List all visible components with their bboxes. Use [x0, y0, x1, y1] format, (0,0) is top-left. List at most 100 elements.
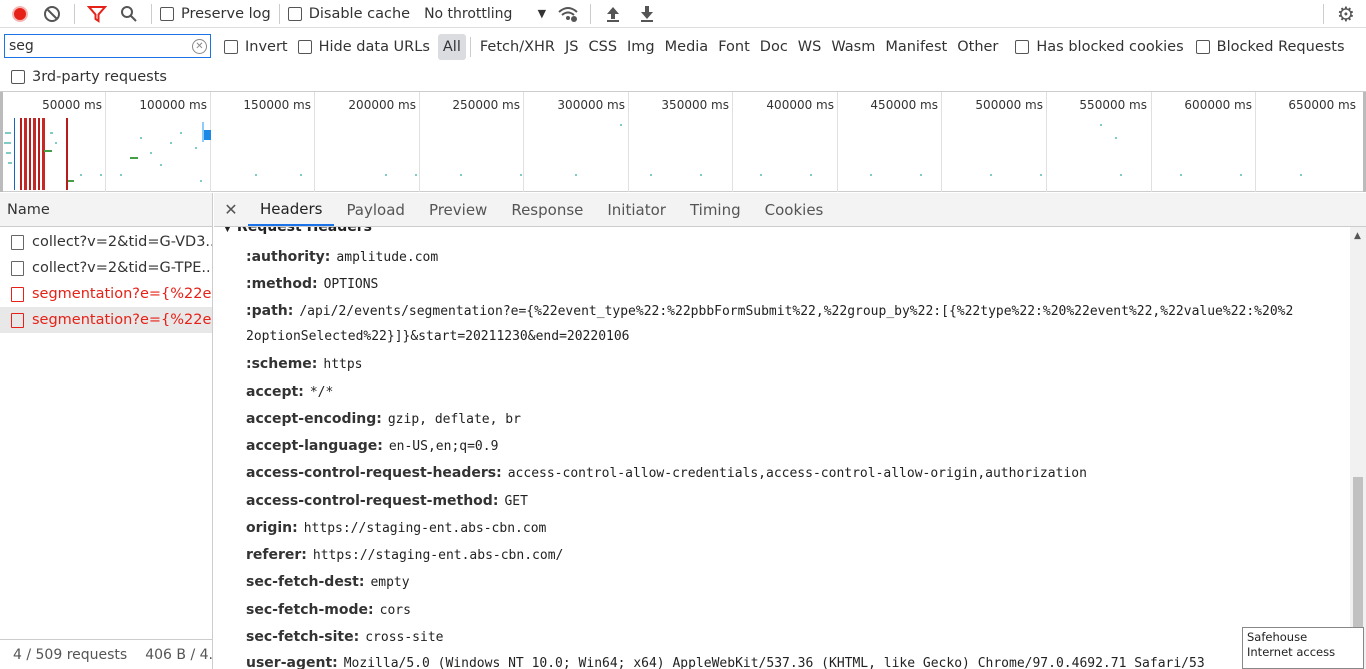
header-value: https://staging-ent.abs-cbn.com: [303, 521, 547, 536]
record-button[interactable]: [6, 1, 34, 27]
hide-data-urls-checkbox[interactable]: Hide data URLs: [297, 39, 430, 55]
header-key: :method:: [246, 276, 318, 292]
headers-view: ▼ Request Headers :authority: amplitude.co…: [214, 227, 1350, 669]
export-har-button[interactable]: [633, 1, 661, 27]
third-party-checkbox[interactable]: 3rd-party requests: [11, 69, 167, 85]
header-key: access-control-request-method:: [246, 493, 499, 509]
name-column-header[interactable]: Name: [0, 193, 212, 227]
checkbox-box[interactable]: [224, 40, 238, 54]
request-row-selected[interactable]: segmentation?e={%22ev...: [0, 307, 212, 333]
filter-bar: seg ✕ Invert Hide data URLs All Fetch/XH…: [0, 32, 1366, 62]
type-filter-doc[interactable]: Doc: [755, 34, 793, 60]
invert-checkbox[interactable]: Invert: [224, 39, 288, 55]
request-count: 4 / 509 requests: [13, 646, 128, 663]
tab-headers[interactable]: Headers: [248, 193, 335, 226]
request-list: collect?v=2&tid=G-VD3... collect?v=2&tid…: [0, 227, 212, 333]
request-headers-section[interactable]: ▼ Request Headers: [224, 227, 372, 235]
header-value: https: [323, 357, 363, 372]
triangle-down-icon: ▼: [224, 227, 231, 234]
search-button[interactable]: [115, 1, 143, 27]
header-row: :authority: amplitude.com: [246, 249, 438, 265]
header-value: cors: [379, 603, 411, 618]
tooltip-line: Safehouse: [1247, 630, 1308, 644]
import-har-button[interactable]: [599, 1, 627, 27]
type-filter-fetch-xhr[interactable]: Fetch/XHR: [475, 34, 560, 60]
document-error-icon: [11, 286, 24, 302]
header-key: user-agent:: [246, 655, 338, 669]
preserve-log-checkbox[interactable]: Preserve log: [160, 6, 271, 22]
checkbox-box[interactable]: [11, 70, 25, 84]
scroll-up-icon[interactable]: ▲: [1354, 231, 1361, 241]
checkbox-box[interactable]: [287, 6, 302, 21]
checkbox-box[interactable]: [160, 6, 174, 21]
upload-icon: [607, 6, 620, 22]
header-key: access-control-request-headers:: [246, 465, 502, 481]
checkbox-box[interactable]: [1195, 40, 1210, 54]
document-icon: [11, 234, 24, 250]
type-filter-wasm[interactable]: Wasm: [826, 34, 880, 60]
type-filter-js[interactable]: JS: [560, 34, 583, 60]
throttling-select[interactable]: No throttling ▼: [424, 6, 546, 22]
tab-cookies[interactable]: Cookies: [753, 193, 836, 226]
network-settings-button[interactable]: ⚙: [1332, 1, 1360, 27]
clear-filter-icon[interactable]: ✕: [192, 39, 207, 54]
header-key: sec-fetch-mode:: [246, 602, 374, 618]
blocked-requests-label: Blocked Requests: [1216, 39, 1345, 55]
has-blocked-cookies-label: Has blocked cookies: [1036, 39, 1184, 55]
preserve-log-label: Preserve log: [181, 5, 271, 22]
request-name: collect?v=2&tid=G-VD3...: [32, 234, 212, 250]
header-value-continuation: 2optionSelected%22}]}&start=20211230&end…: [246, 329, 630, 344]
chevron-down-icon: ▼: [537, 7, 547, 20]
has-blocked-cookies-checkbox[interactable]: Has blocked cookies: [1015, 39, 1184, 55]
network-status-tooltip: Safehouse Internet access: [1242, 627, 1364, 669]
type-filter-media[interactable]: Media: [660, 34, 714, 60]
type-filter-font[interactable]: Font: [713, 34, 755, 60]
disable-cache-checkbox[interactable]: Disable cache: [287, 5, 411, 22]
blocked-requests-checkbox[interactable]: Blocked Requests: [1195, 39, 1345, 55]
tab-initiator[interactable]: Initiator: [595, 193, 678, 226]
timeline-handle-left[interactable]: [0, 92, 3, 192]
type-filter-img[interactable]: Img: [622, 34, 660, 60]
transferred-size: 406 B / 4.8: [145, 646, 212, 663]
tab-response[interactable]: Response: [499, 193, 595, 226]
network-conditions-button[interactable]: [554, 1, 582, 27]
header-key: accept-language:: [246, 438, 383, 454]
tab-timing[interactable]: Timing: [678, 193, 753, 226]
checkbox-box[interactable]: [297, 40, 312, 54]
type-filter-other[interactable]: Other: [952, 34, 1003, 60]
timeline-overview[interactable]: 50000 ms 100000 ms 150000 ms 200000 ms 2…: [0, 91, 1366, 192]
clear-button[interactable]: [38, 1, 66, 27]
type-filter-all[interactable]: All: [437, 34, 466, 60]
checkbox-box[interactable]: [1015, 40, 1030, 54]
filter-toggle-button[interactable]: [83, 1, 111, 27]
tooltip-line: Internet access: [1247, 645, 1336, 659]
header-key: :authority:: [246, 249, 331, 265]
network-toolbar: Preserve log Disable cache No throttling…: [0, 0, 1366, 28]
name-column-label: Name: [7, 201, 50, 218]
header-row: sec-fetch-site: cross-site: [246, 629, 444, 645]
request-row[interactable]: collect?v=2&tid=G-VD3...: [0, 229, 212, 255]
wifi-settings-icon: [558, 6, 578, 22]
tab-payload[interactable]: Payload: [334, 193, 417, 226]
request-row[interactable]: segmentation?e={%22ev...: [0, 281, 212, 307]
header-row: origin: https://staging-ent.abs-cbn.com: [246, 520, 546, 536]
document-error-icon: [11, 312, 24, 328]
download-icon: [641, 5, 654, 22]
type-filter-css[interactable]: CSS: [583, 34, 622, 60]
details-scrollbar[interactable]: ▲: [1350, 227, 1366, 669]
filter-options: Invert Hide data URLs All Fetch/XHR JS C…: [224, 34, 1345, 60]
throttling-value: No throttling: [424, 5, 513, 22]
request-row[interactable]: collect?v=2&tid=G-TPE...: [0, 255, 212, 281]
details-tabs: ✕ Headers Payload Preview Response Initi…: [214, 193, 1366, 227]
filter-input[interactable]: seg ✕: [4, 34, 211, 58]
filter-input-value: seg: [9, 38, 34, 54]
disable-cache-label: Disable cache: [308, 5, 411, 22]
type-filter-manifest[interactable]: Manifest: [880, 34, 952, 60]
type-divider: [469, 37, 471, 57]
document-icon: [11, 260, 24, 276]
tab-preview[interactable]: Preview: [417, 193, 499, 226]
filter-icon: [87, 5, 107, 23]
header-value: https://staging-ent.abs-cbn.com/: [312, 548, 564, 563]
type-filter-ws[interactable]: WS: [793, 34, 827, 60]
close-icon[interactable]: ✕: [214, 193, 248, 226]
